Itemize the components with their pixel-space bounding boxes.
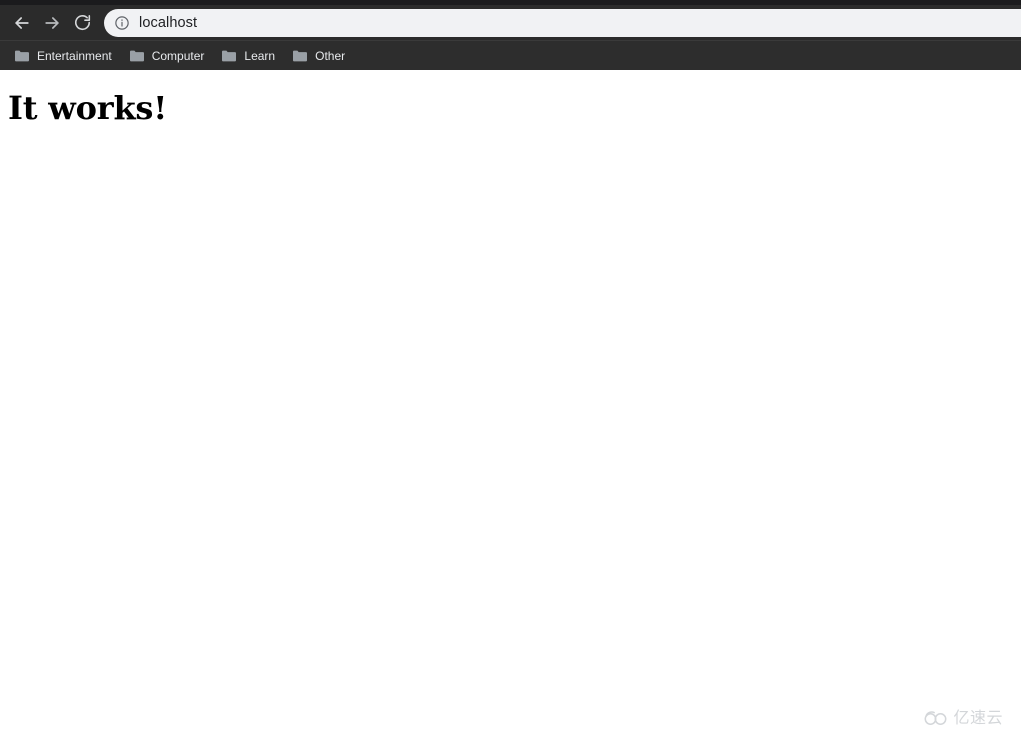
bookmark-label: Other <box>315 48 346 63</box>
bookmark-folder-other[interactable]: Other <box>288 45 352 67</box>
bookmark-label: Entertainment <box>37 48 112 63</box>
bookmark-folder-computer[interactable]: Computer <box>125 45 212 67</box>
address-bar[interactable]: localhost <box>104 8 1021 37</box>
bookmark-label: Learn <box>244 48 276 63</box>
folder-icon <box>129 48 145 64</box>
watermark: 亿速云 <box>923 710 1003 726</box>
browser-toolbar: localhost <box>0 5 1021 40</box>
page-content: It works! 亿速云 <box>0 70 1021 735</box>
browser-window: localhost Entertainment Computer Learn O… <box>0 0 1021 735</box>
address-bar-text[interactable]: localhost <box>139 15 197 31</box>
forward-button[interactable] <box>38 9 66 37</box>
reload-button[interactable] <box>68 9 96 37</box>
bookmarks-bar: Entertainment Computer Learn Other <box>0 40 1021 70</box>
watermark-text: 亿速云 <box>953 708 1003 727</box>
folder-icon <box>292 48 308 64</box>
page-title: It works! <box>8 89 168 127</box>
reload-icon <box>73 13 92 32</box>
forward-arrow-icon <box>42 13 62 33</box>
bookmark-folder-entertainment[interactable]: Entertainment <box>10 45 119 67</box>
info-circle-icon[interactable] <box>113 14 131 32</box>
folder-icon <box>14 48 30 64</box>
folder-icon <box>221 48 237 64</box>
back-arrow-icon <box>12 13 32 33</box>
bookmark-folder-learn[interactable]: Learn <box>217 45 282 67</box>
back-button[interactable] <box>8 9 36 37</box>
cloud-loop-logo-icon <box>923 710 949 726</box>
bookmark-label: Computer <box>151 48 205 63</box>
